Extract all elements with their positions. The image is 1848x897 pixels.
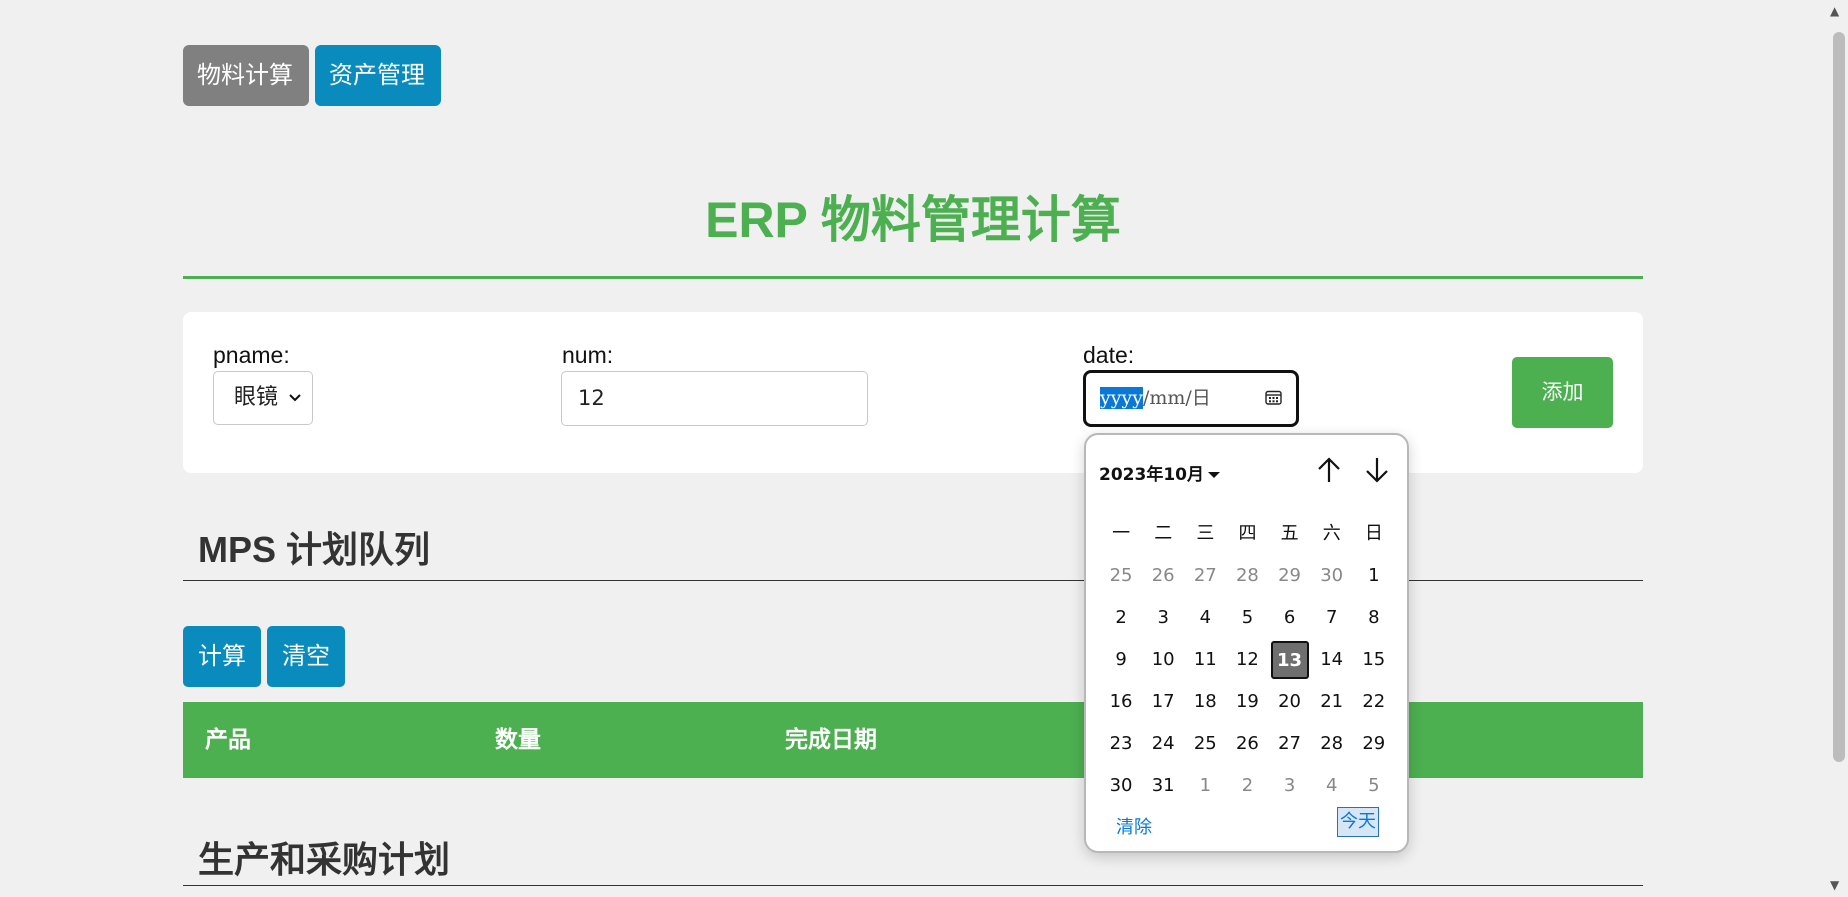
- calendar-grid: 一二三四五六日 25 26 27 28 29 30 1 2 3 4 5 6 7 8 9 10 11 12 13 14 1…: [1100, 513, 1395, 807]
- calendar-day[interactable]: 10: [1142, 639, 1184, 681]
- calendar-day[interactable]: 19: [1226, 681, 1268, 723]
- calendar-day[interactable]: 31: [1142, 765, 1184, 807]
- calendar-day[interactable]: 17: [1142, 681, 1184, 723]
- calendar-day[interactable]: 30: [1311, 555, 1353, 597]
- calendar-day[interactable]: 23: [1100, 723, 1142, 765]
- date-year-segment[interactable]: yyyy: [1100, 387, 1143, 409]
- tab-material-calc[interactable]: 物料计算: [183, 45, 309, 106]
- column-header-product: 产品: [205, 727, 251, 753]
- date-day-segment[interactable]: 日: [1192, 387, 1211, 409]
- weekday-label: 四: [1238, 523, 1257, 544]
- calendar-day[interactable]: 25: [1184, 723, 1226, 765]
- calendar-week-row: 2345678: [1100, 597, 1395, 639]
- plan-heading: 生产和采购计划: [198, 839, 451, 880]
- add-button[interactable]: 添加: [1512, 357, 1613, 428]
- calculate-button[interactable]: 计算: [183, 626, 261, 687]
- calendar-day[interactable]: 22: [1353, 681, 1395, 723]
- weekday-label: 日: [1364, 523, 1383, 544]
- calendar-icon[interactable]: [1265, 390, 1282, 405]
- calendar-day[interactable]: 21: [1311, 681, 1353, 723]
- scrollbar-thumb[interactable]: [1833, 32, 1845, 762]
- calendar-day[interactable]: 27: [1184, 555, 1226, 597]
- weekday-label: 二: [1154, 523, 1173, 544]
- calendar-day[interactable]: 28: [1226, 555, 1268, 597]
- calendar-day[interactable]: 18: [1184, 681, 1226, 723]
- calendar-day[interactable]: 9: [1100, 639, 1142, 681]
- column-header-quantity: 数量: [495, 727, 541, 753]
- calendar-day[interactable]: 3: [1142, 597, 1184, 639]
- weekday-label: 六: [1322, 523, 1341, 544]
- weekday-label: 一: [1112, 523, 1131, 544]
- month-year-selector[interactable]: 2023年10月: [1099, 460, 1220, 485]
- calendar-day[interactable]: 4: [1311, 765, 1353, 807]
- pname-selected-value: 眼镜: [234, 385, 279, 410]
- calendar-week-row: 23 24 25 26 27 28 29: [1100, 723, 1395, 765]
- month-year-label: 2023年10月: [1099, 465, 1204, 485]
- date-picker-popup: 2023年10月 一二三四五六日 25 26 27 28 29 30 1 2 3 4 5 6 7 8 9 10…: [1084, 433, 1409, 853]
- calendar-day[interactable]: 29: [1269, 555, 1311, 597]
- calendar-clear-button[interactable]: 清除: [1116, 813, 1152, 839]
- calendar-day[interactable]: 15: [1353, 639, 1395, 681]
- title-divider: [183, 276, 1643, 279]
- column-header-due-date: 完成日期: [785, 727, 877, 753]
- num-input[interactable]: 12: [561, 371, 868, 426]
- calendar-day[interactable]: 6: [1269, 597, 1311, 639]
- calendar-week-row: 25 26 27 28 29 30 1: [1100, 555, 1395, 597]
- calendar-day[interactable]: 7: [1311, 597, 1353, 639]
- mps-heading: MPS 计划队列: [198, 529, 431, 570]
- weekday-label: 三: [1196, 523, 1215, 544]
- num-label: num:: [562, 342, 614, 368]
- calendar-day[interactable]: 26: [1142, 555, 1184, 597]
- calendar-day[interactable]: 27: [1269, 723, 1311, 765]
- date-input[interactable]: yyyy/mm/日: [1083, 370, 1299, 427]
- calendar-day[interactable]: 11: [1184, 639, 1226, 681]
- calendar-week-row: 9 10 11 12 13 14 15: [1100, 639, 1395, 681]
- calendar-day[interactable]: 8: [1353, 597, 1395, 639]
- calendar-today-button[interactable]: 今天: [1337, 807, 1379, 837]
- calendar-day[interactable]: 1: [1184, 765, 1226, 807]
- calendar-day[interactable]: 30: [1100, 765, 1142, 807]
- weekday-header-row: 一二三四五六日: [1100, 513, 1395, 555]
- scroll-up-icon[interactable]: ▲: [1830, 4, 1839, 18]
- calendar-day[interactable]: 25: [1100, 555, 1142, 597]
- top-nav: 物料计算 资产管理: [183, 45, 441, 106]
- arrow-up-icon[interactable]: [1312, 453, 1346, 487]
- calendar-day[interactable]: 28: [1311, 723, 1353, 765]
- plan-divider: [183, 885, 1643, 886]
- calendar-day[interactable]: 20: [1269, 681, 1311, 723]
- clear-button[interactable]: 清空: [267, 626, 345, 687]
- page-title: ERP 物料管理计算: [705, 192, 1121, 248]
- mps-divider: [183, 580, 1643, 581]
- caret-down-icon: [1207, 472, 1220, 478]
- calendar-day[interactable]: 5: [1353, 765, 1395, 807]
- calendar-day[interactable]: 2: [1100, 597, 1142, 639]
- calendar-day[interactable]: 3: [1269, 765, 1311, 807]
- calendar-day[interactable]: 5: [1226, 597, 1268, 639]
- calendar-day[interactable]: 12: [1226, 639, 1268, 681]
- calendar-day[interactable]: 26: [1226, 723, 1268, 765]
- pname-label: pname:: [213, 342, 290, 368]
- weekday-label: 五: [1280, 523, 1299, 544]
- pname-select[interactable]: 眼镜: [213, 371, 313, 425]
- calendar-day[interactable]: 29: [1353, 723, 1395, 765]
- arrow-down-icon[interactable]: [1360, 453, 1394, 487]
- calendar-day[interactable]: 24: [1142, 723, 1184, 765]
- calendar-day[interactable]: 16: [1100, 681, 1142, 723]
- vertical-scrollbar[interactable]: ▲ ▼: [1826, 0, 1848, 897]
- calendar-week-row: 30 31 1 2 3 4 5: [1100, 765, 1395, 807]
- scroll-down-icon[interactable]: ▼: [1830, 878, 1839, 892]
- date-month-segment[interactable]: mm: [1149, 387, 1185, 409]
- calendar-day[interactable]: 13: [1269, 639, 1311, 681]
- tab-asset-management[interactable]: 资产管理: [315, 45, 441, 106]
- calendar-day[interactable]: 2: [1226, 765, 1268, 807]
- date-label: date:: [1083, 342, 1135, 368]
- calendar-today-highlight: 13: [1270, 641, 1309, 679]
- calendar-week-row: 16 17 18 19 20 21 22: [1100, 681, 1395, 723]
- calendar-day[interactable]: 14: [1311, 639, 1353, 681]
- chevron-down-icon: [288, 372, 302, 445]
- mps-table-header: 产品 数量 完成日期: [183, 702, 1643, 778]
- add-form: pname: 眼镜 num: 12 date: yyyy/mm/日 添加: [183, 312, 1643, 473]
- calendar-day[interactable]: 1: [1353, 555, 1395, 597]
- calendar-day[interactable]: 4: [1184, 597, 1226, 639]
